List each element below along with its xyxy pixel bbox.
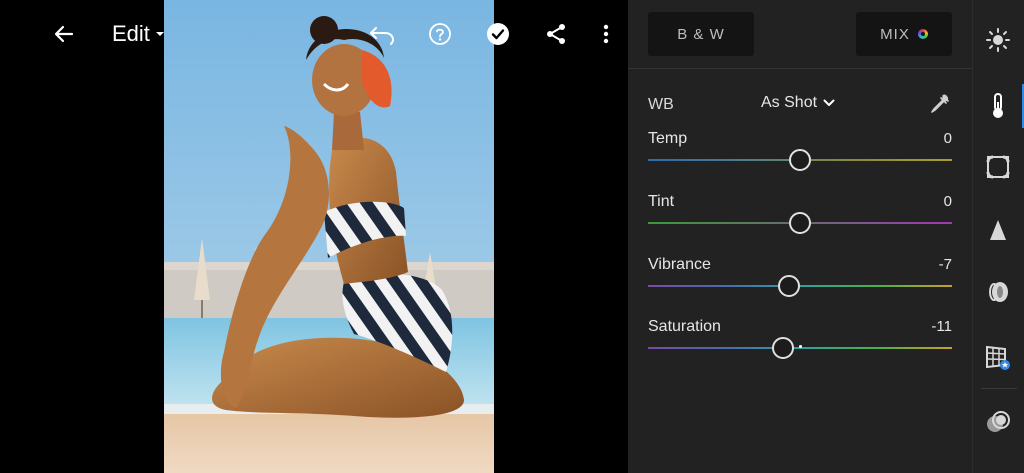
panel-header: B & W MIX xyxy=(628,0,972,69)
share-button[interactable] xyxy=(536,14,576,54)
photo-image xyxy=(164,0,494,473)
saturation-thumb[interactable] xyxy=(772,337,795,359)
detail-icon xyxy=(990,220,1006,240)
saturation-center-marker xyxy=(799,345,802,348)
saturation-value: -11 xyxy=(931,318,952,335)
bw-button[interactable]: B & W xyxy=(648,12,754,56)
effects-icon xyxy=(986,155,1010,179)
tint-value: 0 xyxy=(943,193,952,210)
vibrance-slider[interactable]: Vibrance -7 xyxy=(648,256,952,306)
geometry-icon xyxy=(986,345,1010,370)
done-button[interactable] xyxy=(478,14,518,54)
eyedropper-button[interactable] xyxy=(928,92,952,121)
help-button[interactable] xyxy=(420,14,460,54)
detail-tool-button[interactable] xyxy=(973,208,1023,252)
more-vertical-icon xyxy=(603,24,609,44)
photo-preview[interactable] xyxy=(164,0,494,473)
photo-canvas[interactable]: Edit xyxy=(0,0,628,473)
back-arrow-icon xyxy=(54,25,74,43)
tint-label: Tint xyxy=(648,193,675,210)
saturation-label: Saturation xyxy=(648,318,721,335)
temp-value: 0 xyxy=(943,130,952,147)
color-wheel-icon xyxy=(917,29,928,39)
mix-label: MIX xyxy=(880,25,910,43)
wb-label: WB xyxy=(648,96,674,113)
presets-tool-button[interactable] xyxy=(973,400,1023,444)
tint-slider[interactable]: Tint 0 xyxy=(648,193,952,243)
temp-label: Temp xyxy=(648,130,688,147)
temp-thumb[interactable] xyxy=(789,149,811,171)
light-tool-button[interactable] xyxy=(973,18,1023,62)
bw-label: B & W xyxy=(677,25,725,43)
vibrance-label: Vibrance xyxy=(648,256,711,273)
help-icon xyxy=(429,23,451,45)
temp-slider[interactable]: Temp 0 xyxy=(648,130,952,180)
caret-down-icon xyxy=(155,32,164,36)
wb-preset-value: As Shot xyxy=(761,94,818,111)
optics-icon xyxy=(989,282,1008,302)
presets-icon xyxy=(987,411,1010,432)
effects-tool-button[interactable] xyxy=(973,145,1023,189)
geometry-tool-button[interactable] xyxy=(973,335,1023,379)
optics-tool-button[interactable] xyxy=(973,270,1023,314)
vibrance-value: -7 xyxy=(938,256,952,273)
color-icon xyxy=(993,93,1003,118)
undo-button[interactable] xyxy=(362,14,402,54)
saturation-slider[interactable]: Saturation -11 xyxy=(648,318,952,368)
share-icon xyxy=(547,24,565,44)
color-mix-button[interactable]: MIX xyxy=(856,12,952,56)
edit-mode-dropdown[interactable]: Edit xyxy=(112,14,166,54)
vibrance-thumb[interactable] xyxy=(778,275,801,297)
back-button[interactable] xyxy=(44,14,84,54)
edit-label: Edit xyxy=(112,21,150,46)
tool-rail xyxy=(972,0,1024,473)
wb-preset-dropdown[interactable]: As Shot xyxy=(761,94,835,112)
eyedropper-icon xyxy=(931,94,949,113)
chevron-down-icon xyxy=(823,99,835,106)
adjustment-panel: B & W MIX WB As Shot Temp 0 Tint 0 Vibra… xyxy=(628,0,972,473)
tint-thumb[interactable] xyxy=(789,212,811,234)
checkmark-icon xyxy=(487,23,509,45)
undo-icon xyxy=(370,27,395,45)
white-balance-row: WB As Shot xyxy=(648,92,952,118)
rail-divider xyxy=(981,388,1017,389)
color-tool-button[interactable] xyxy=(973,84,1023,128)
light-icon xyxy=(986,28,1010,52)
more-options-button[interactable] xyxy=(586,14,626,54)
